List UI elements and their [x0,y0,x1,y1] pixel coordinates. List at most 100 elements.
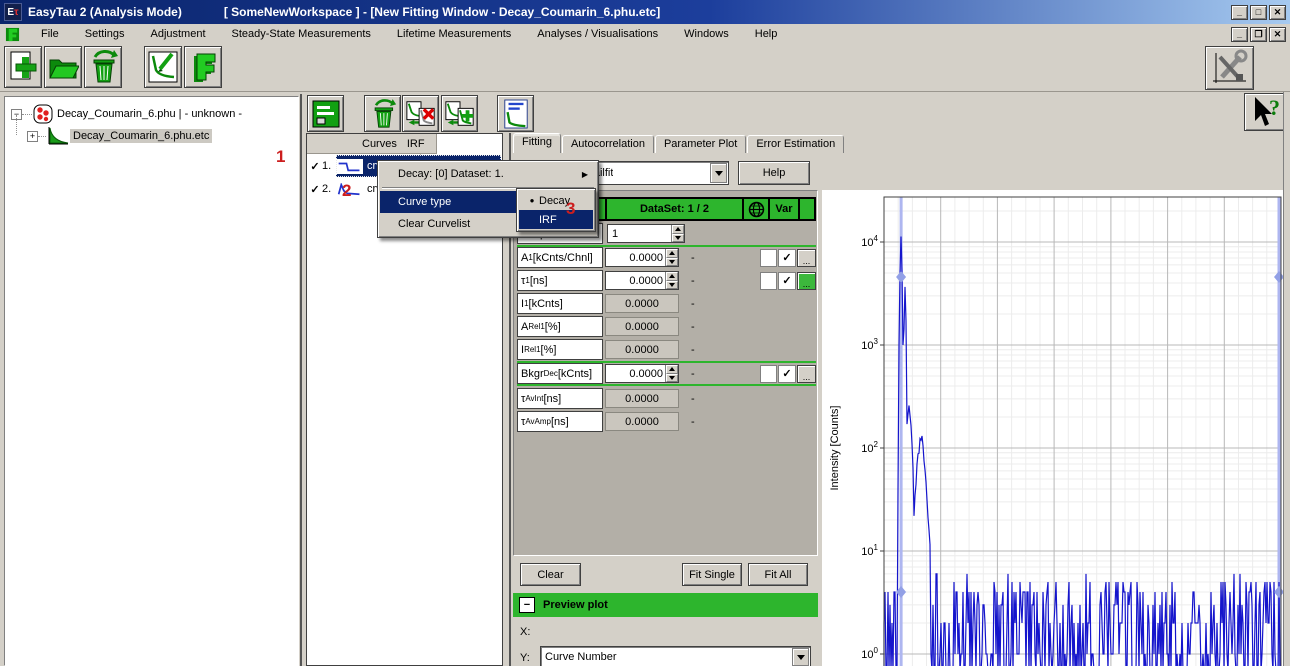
param-value-readonly: 0.0000 [605,294,679,313]
fit-all-button[interactable]: Fit All [748,563,808,586]
more-options-button[interactable]: ... [797,272,816,290]
context-help-button[interactable]: ? [1244,93,1285,131]
spin-up-button[interactable] [666,249,678,258]
delete-curve-button[interactable] [364,95,401,132]
param-unit: [ns] [543,393,561,405]
x-axis-dropdown-button[interactable] [792,648,809,666]
help-button[interactable]: Help [738,161,810,185]
panel-divider[interactable] [300,94,302,666]
fit-single-button[interactable]: Fit Single [682,563,742,586]
var-blank-cell[interactable] [760,272,777,290]
var-checkbox[interactable]: ✓ [778,249,796,267]
menu-help[interactable]: Help [742,25,791,43]
svg-text:101: 101 [861,543,878,558]
menu-steady-state-measurements[interactable]: Steady-State Measurements [219,25,384,43]
dataset-header[interactable]: DataSet: 1 / 2 [607,199,742,219]
param-subscript: Rel1 [528,322,544,331]
param-subscript: Dec [544,369,558,378]
var-blank-cell[interactable] [760,249,777,267]
tree-root-item[interactable]: Decay_Coumarin_6.phu | - unknown - [54,107,245,121]
spin-up-button[interactable] [666,365,678,374]
trash-icon [87,49,119,85]
value-spinner[interactable] [665,249,678,266]
spin-down-button[interactable] [666,281,678,290]
preview-plot-band: − Preview plot [513,593,818,617]
save-report-button[interactable] [307,95,344,132]
child-restore-button[interactable]: ❐ [1250,27,1267,42]
fit-all-label: Fit All [765,569,792,581]
context-menu-item-1[interactable]: Decay: [0] Dataset: 1.▶ [380,163,596,185]
maximize-button[interactable]: □ [1250,5,1267,20]
spin-down-button[interactable] [666,374,678,383]
fit-model-dropdown-button[interactable] [710,163,727,183]
tab-error-estimation[interactable]: Error Estimation [747,135,844,153]
window-right-edge [1283,92,1290,666]
value-spinner[interactable] [665,365,678,382]
decay-plot[interactable]: 104103102101100Intensity [Counts] [822,190,1283,666]
global-cell[interactable] [744,199,768,219]
var-blank-cell[interactable] [760,365,777,383]
child-minimize-button[interactable]: _ [1231,27,1248,42]
param-value-input[interactable]: 0.0000 [605,364,679,383]
nexp-input[interactable]: 1 [607,224,685,243]
tree-connector2 [38,136,46,137]
clear-button[interactable]: Clear [520,563,581,586]
curves-column-header[interactable]: Curves [362,138,397,150]
nexp-spin-down[interactable] [672,234,684,243]
curve-1-number: 1. [322,160,336,172]
new-workspace-button[interactable] [4,46,42,88]
spin-up-button[interactable] [666,272,678,281]
edit-curve-button[interactable] [144,46,182,88]
param-error-dash: - [691,321,731,333]
step-annotation-3: 3 [566,199,575,219]
svg-text:104: 104 [861,234,878,249]
menu-file[interactable]: File [28,25,72,43]
tab-autocorrelation[interactable]: Autocorrelation [562,135,654,153]
fitting-window-button[interactable] [184,46,222,88]
param-row-1: A1[kCnts/Chnl]0.0000-✓... [517,247,816,268]
menu-adjustment[interactable]: Adjustment [137,25,218,43]
irf-column-header[interactable]: IRF [407,138,425,150]
menu-analyses-visualisations[interactable]: Analyses / Visualisations [524,25,671,43]
param-error-dash: - [691,298,731,310]
menu-windows[interactable]: Windows [671,25,742,43]
menu-lifetime-measurements[interactable]: Lifetime Measurements [384,25,524,43]
tab-parameter-plot[interactable]: Parameter Plot [655,135,746,153]
app-icon[interactable]: Eτ [4,3,22,21]
close-button[interactable]: ✕ [1269,5,1286,20]
nexp-spin-up[interactable] [672,225,684,234]
open-workspace-button[interactable] [44,46,82,88]
var-checkbox[interactable]: ✓ [778,272,796,290]
spin-down-button[interactable] [666,258,678,267]
spin-down-icon [675,236,681,240]
tree-child-item[interactable]: Decay_Coumarin_6.phu.etc [70,129,212,143]
var-checkbox[interactable]: ✓ [778,365,796,383]
x-axis-select[interactable]: Curve Number [540,646,811,666]
child-close-button[interactable]: ✕ [1269,27,1286,42]
param-row-7: τAvInt[ns]0.0000- [517,388,816,409]
param-value-input[interactable]: 0.0000 [605,271,679,290]
adjustment-tools-button[interactable] [1205,46,1254,90]
submenu-item-decay[interactable]: ●Decay [519,191,593,210]
tree-child-expander[interactable]: + [27,131,38,142]
more-options-button[interactable]: ... [797,365,816,383]
context-menu-item-label: Decay: [0] Dataset: 1. [398,168,504,180]
curve-2-check-icon[interactable]: ✓ [308,183,322,196]
more-options-button[interactable]: ... [797,249,816,267]
menu-settings[interactable]: Settings [72,25,138,43]
app-icon-letter: E [7,7,14,18]
submenu-item-irf[interactable]: IRF [519,210,593,229]
minimize-button[interactable]: _ [1231,5,1248,20]
remove-curve-from-list-button[interactable] [402,95,439,132]
param-value-input[interactable]: 0.0000 [605,248,679,267]
add-curve-to-list-button[interactable] [441,95,478,132]
tree-connector [22,114,32,115]
delete-workspace-button[interactable] [84,46,122,88]
open-folder-icon [47,51,79,83]
curve-1-check-icon[interactable]: ✓ [308,160,322,173]
tab-fitting[interactable]: Fitting [513,133,561,153]
value-spinner[interactable] [665,272,678,289]
report-page-button[interactable] [497,95,534,132]
collapse-button[interactable]: − [519,597,535,613]
spin-down-icon [669,260,675,264]
